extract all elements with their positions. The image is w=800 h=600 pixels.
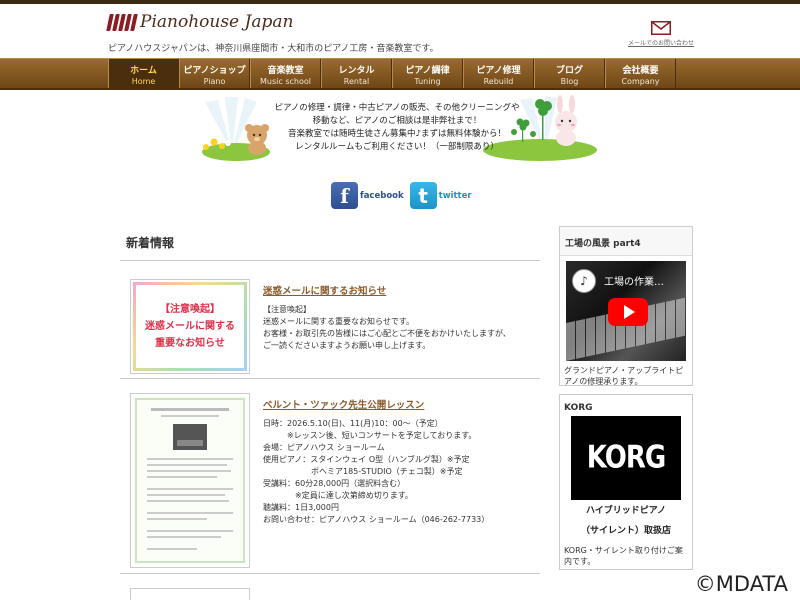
contact-mail-label: メールでのお問い合わせ [628, 40, 695, 47]
nav-sublabel: Rental [343, 77, 370, 86]
hero-message: ピアノの修理・調律・中古ピアノの販売、その他クリーニングや 移動など、ピアノのご… [262, 102, 532, 154]
nav-sublabel: Music school [260, 77, 311, 86]
post-text: 使用ピアノ：スタインウェイ O型（ハンブルグ製）※予定 [263, 455, 470, 464]
nav-sublabel: Blog [560, 77, 579, 86]
news-post: 【注意喚起】 迷惑メールに関する 重要なお知らせ 迷惑メールに関するお知らせ 【… [120, 261, 540, 379]
nav-label: ピアノ修理 [476, 66, 521, 76]
nav-label: ブログ [555, 66, 583, 76]
nav-label: 会社概要 [622, 66, 659, 76]
post-text: ご一読くださいますようお願い申し上げます。 [263, 341, 431, 350]
post-text: 聴講料：1日3,000円 [263, 503, 339, 512]
lesson-flyer-image [133, 396, 247, 565]
sidebar: 工場の風景 part4 ♪ 工場の作業… グランドピアノ・アップライトピアノの修… [559, 226, 693, 578]
facebook-icon: f [331, 182, 358, 209]
site-logo[interactable]: Pianohouse Japan [106, 12, 294, 32]
hero-line: 音楽教室では随時生徒さん募集中♪まずは無料体験から！ [288, 129, 506, 139]
post-thumbnail[interactable] [130, 588, 250, 600]
nav-blog[interactable]: ブログ Blog [534, 59, 605, 88]
post-text: ※レッスン後、短いコンサートを予定しております。 [263, 431, 477, 440]
news-heading: 新着情報 [120, 230, 540, 261]
post-text: お問い合わせ：ピアノハウス ショールーム（046-262-7733） [263, 515, 490, 524]
news-post: ベルント・ツァック先生公開レッスン 日時：2026.5.10(日)、11(月)1… [120, 379, 540, 574]
korg-caption-line: （サイレント）取扱店 [580, 526, 671, 536]
video-title: 工場の作業… [604, 277, 664, 288]
korg-text: KORG・サイレント取り付けご案内です。 [564, 546, 683, 566]
hero-line: 移動など、ピアノのご相談は是非弊社まで！ [312, 116, 482, 126]
factory-widget: 工場の風景 part4 ♪ 工場の作業… グランドピアノ・アップライトピアノの修… [559, 226, 693, 386]
facebook-label: facebook [360, 190, 404, 201]
nav-label: 音楽教室 [267, 66, 304, 76]
logo-mark [106, 13, 138, 31]
nav-label: ピアノ調律 [405, 66, 450, 76]
hero-line: ピアノの修理・調律・中古ピアノの販売、その他クリーニングや [274, 103, 520, 113]
play-icon [624, 305, 635, 319]
post-title-link[interactable]: ベルント・ツァック先生公開レッスン [263, 397, 538, 411]
post-text: ※定員に達し次第締め切ります。 [263, 491, 413, 500]
korg-caption-line: ハイブリッドピアノ [585, 506, 666, 516]
post-text: 【注意喚起】 [263, 305, 311, 314]
post-thumbnail[interactable] [130, 393, 250, 568]
main-nav: ホーム Home ピアノショップ Piano 音楽教室 Music school レン… [0, 58, 800, 90]
contact-mail-link[interactable]: メールでのお問い合わせ [628, 21, 694, 47]
factory-caption: グランドピアノ・アップライトピアノの修理承ります。 [564, 366, 684, 386]
youtube-video[interactable]: ♪ 工場の作業… [566, 261, 686, 361]
social-links: f facebook t twitter [331, 182, 472, 209]
post-text: 受講料：60分28,000円（選択料含む） [263, 479, 406, 488]
nav-home[interactable]: ホーム Home [108, 59, 179, 88]
copyright-watermark: ©MDATA [690, 570, 792, 598]
post-text: お客様・お取引先の皆様にはご心配とご不便をおかけいたしますが、 [263, 329, 511, 338]
nav-piano[interactable]: ピアノショップ Piano [179, 59, 250, 88]
envelope-icon [651, 21, 671, 35]
rabbit-illustration [555, 95, 577, 146]
post-title-link[interactable]: 迷惑メールに関するお知らせ [263, 283, 538, 297]
thumb-line: 迷惑メールに関する [145, 321, 235, 332]
hero-line: レンタルルームもご利用ください！（一部制限あり） [295, 142, 499, 152]
play-button[interactable] [608, 298, 648, 326]
site-tagline: ピアノハウスジャパンは、神奈川県座間市・大和市のピアノ工房・音楽教室です。 [108, 44, 439, 54]
post-text: ボヘミア185-STUDIO（チェコ製）※予定 [263, 467, 463, 476]
news-section: 新着情報 【注意喚起】 迷惑メールに関する 重要なお知らせ 迷惑メールに関するお… [120, 230, 540, 600]
twitter-label: twitter [438, 190, 472, 201]
nav-label: ホーム [130, 66, 157, 76]
nav-label: レンタル [338, 66, 375, 76]
twitter-icon: t [409, 182, 437, 209]
post-text: 迷惑メールに関する重要なお知らせです。 [263, 317, 415, 326]
thumb-line: 重要なお知らせ [155, 338, 225, 349]
korg-widget: KORG KORG ハイブリッドピアノ （サイレント）取扱店 KORG・サイレン… [559, 394, 693, 570]
nav-rebuild[interactable]: ピアノ修理 Rebuild [463, 59, 534, 88]
hero-banner: ピアノの修理・調律・中古ピアノの販売、その他クリーニングや 移動など、ピアノのご… [0, 92, 800, 182]
logo-text: Pianohouse Japan [140, 12, 294, 32]
facebook-link[interactable]: f facebook [331, 182, 404, 209]
nav-music-school[interactable]: 音楽教室 Music school [250, 59, 321, 88]
news-post-partial [120, 574, 540, 600]
nav-rental[interactable]: レンタル Rental [321, 59, 392, 88]
nav-sublabel: Piano [203, 77, 226, 86]
korg-logo[interactable]: KORG [571, 416, 681, 500]
nav-sublabel: Company [621, 77, 660, 86]
factory-widget-title: 工場の風景 part4 [560, 227, 692, 256]
site-header: Pianohouse Japan ピアノハウスジャパンは、神奈川県座間市・大和市… [0, 4, 800, 58]
nav-sublabel: Home [131, 77, 156, 86]
post-thumbnail[interactable]: 【注意喚起】 迷惑メールに関する 重要なお知らせ [130, 279, 250, 374]
post-text: 会場：ピアノハウス ショールーム [263, 443, 385, 452]
thumb-line: 【注意喚起】 [160, 304, 220, 315]
nav-sublabel: Rebuild [483, 77, 514, 86]
nav-tuning[interactable]: ピアノ調律 Tuning [392, 59, 463, 88]
nav-company[interactable]: 会社概要 Company [605, 59, 676, 88]
channel-avatar-icon: ♪ [572, 269, 596, 293]
nav-sublabel: Tuning [414, 77, 441, 86]
korg-caption: ハイブリッドピアノ （サイレント）取扱店 [560, 501, 692, 541]
post-text: 日時：2026.5.10(日)、11(月)10：00～（予定） [263, 419, 443, 428]
nav-label: ピアノショップ [183, 66, 246, 76]
twitter-link[interactable]: t twitter [409, 182, 472, 209]
